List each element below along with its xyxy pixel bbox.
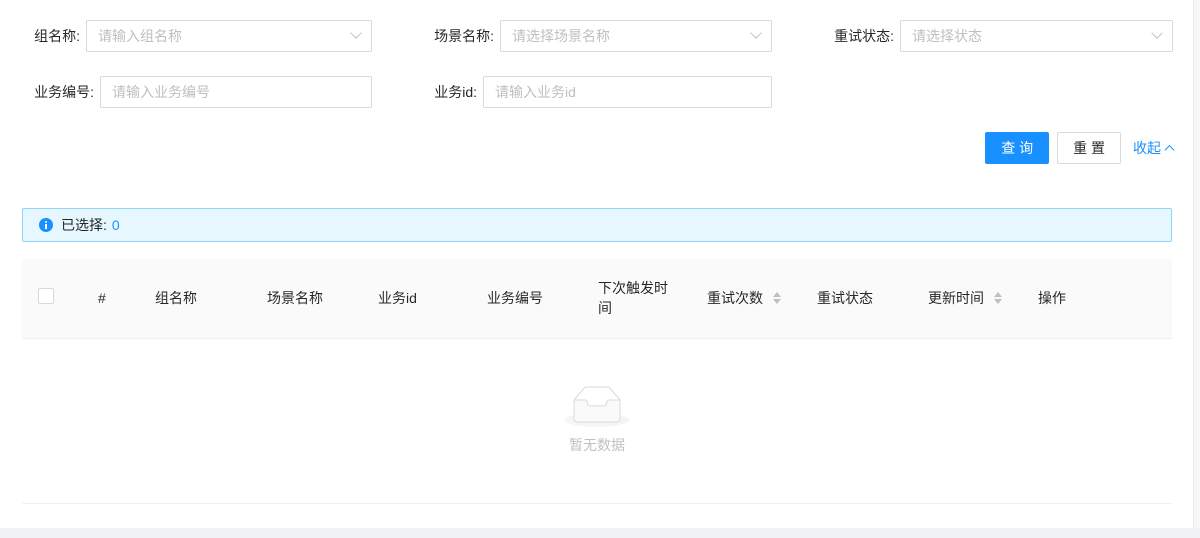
header-business-id: 业务id: [362, 258, 471, 338]
retry-status-label: 重试状态:: [780, 20, 894, 52]
group-name-placeholder: 请输入组名称: [98, 26, 352, 46]
scene-name-label: 场景名称:: [380, 20, 494, 52]
business-id-input[interactable]: [483, 76, 772, 108]
header-update-time-label: 更新时间: [928, 288, 984, 308]
chevron-down-icon: [1151, 28, 1162, 39]
empty-row: 暂无数据: [22, 338, 1172, 503]
page-footer-strip: [0, 528, 1200, 538]
table-header-row: # 组名称 场景名称 业务id 业务编号 下次触发时间 重试次数: [22, 258, 1172, 338]
collapse-link[interactable]: 收起: [1133, 138, 1173, 158]
chevron-down-icon: [750, 28, 761, 39]
header-actions: 操作: [1022, 258, 1172, 338]
scene-name-placeholder: 请选择场景名称: [512, 26, 752, 46]
header-group-name: 组名称: [139, 258, 251, 338]
sorter-icon[interactable]: [773, 292, 781, 304]
info-icon: [39, 218, 53, 232]
header-retry-count-label: 重试次数: [707, 288, 763, 308]
retry-status-select[interactable]: 请选择状态: [900, 20, 1173, 52]
retry-status-placeholder: 请选择状态: [912, 26, 1153, 46]
business-number-label: 业务编号:: [0, 76, 94, 108]
header-select-all-cell: [22, 258, 82, 338]
sorter-icon[interactable]: [994, 292, 1002, 304]
select-all-checkbox[interactable]: [38, 288, 54, 304]
group-name-select[interactable]: 请输入组名称: [86, 20, 372, 52]
group-name-label: 组名称:: [0, 20, 80, 52]
header-retry-status: 重试状态: [801, 258, 912, 338]
selection-alert-text: 已选择:: [61, 215, 107, 235]
filter-actions: 查 询 重 置 收起: [0, 132, 1173, 164]
caret-down-icon: [773, 299, 781, 304]
header-retry-count[interactable]: 重试次数: [691, 258, 801, 338]
business-id-label: 业务id:: [380, 76, 477, 108]
chevron-down-icon: [350, 28, 361, 39]
empty-state: 暂无数据: [22, 338, 1172, 503]
retry-task-table: # 组名称 场景名称 业务id 业务编号 下次触发时间 重试次数: [22, 258, 1172, 504]
reset-button[interactable]: 重 置: [1057, 132, 1121, 164]
selection-count: 0: [112, 217, 120, 233]
empty-inbox-icon: [565, 386, 629, 427]
caret-up-icon: [994, 292, 1002, 297]
collapse-label: 收起: [1133, 138, 1161, 158]
business-number-input[interactable]: [100, 76, 372, 108]
header-business-number: 业务编号: [471, 258, 582, 338]
header-scene-name: 场景名称: [251, 258, 362, 338]
scrollbar[interactable]: [1193, 0, 1200, 528]
scene-name-select[interactable]: 请选择场景名称: [500, 20, 772, 52]
empty-text: 暂无数据: [569, 435, 625, 455]
header-next-trigger-time: 下次触发时间: [582, 258, 691, 338]
caret-up-icon: [773, 292, 781, 297]
chevron-up-icon: [1165, 144, 1175, 154]
caret-down-icon: [994, 299, 1002, 304]
header-update-time[interactable]: 更新时间: [912, 258, 1022, 338]
header-index: #: [82, 258, 139, 338]
search-button[interactable]: 查 询: [985, 132, 1049, 164]
retry-task-query-page: 组名称: 请输入组名称 场景名称: 请选择场景名称 重试状态: 请选择状态 业务…: [0, 0, 1200, 538]
selection-alert: 已选择: 0: [22, 208, 1172, 242]
